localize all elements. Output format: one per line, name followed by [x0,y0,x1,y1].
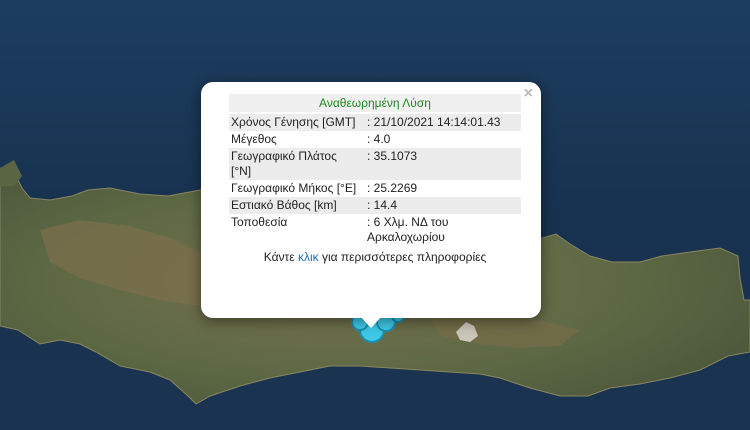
magnitude-value: : 4.0 [367,132,391,146]
more-info-line: Κάντε κλικ για περισσότερες πληροφορίες [229,250,521,264]
longitude-label: Γεωγραφικό Μήκος [°E] [231,181,357,195]
close-icon[interactable]: × [524,86,533,102]
earthquake-details-table: Χρόνος Γένησης [GMT] : 21/10/2021 14:14:… [229,114,521,246]
table-row: Μέγεθος : 4.0 [229,131,521,148]
origin-time-label: Χρόνος Γένησης [GMT] [229,114,361,131]
location-label: Τοποθεσία [231,215,288,229]
table-row: Γεωγραφικό Μήκος [°E] : 25.2269 [229,180,521,197]
magnitude-label: Μέγεθος [231,132,277,146]
more-info-suffix: για περισσότερες πληροφορίες [321,250,487,264]
longitude-value: : 25.2269 [367,181,418,195]
table-row: Γεωγραφικό Πλάτος [°N] : 35.1073 [229,148,521,180]
popup-pointer [360,316,382,328]
depth-label: Εστιακό Βάθος [km] [229,197,361,214]
origin-time-value: : 21/10/2021 14:14:01.43 [361,114,521,131]
popup-title: Αναθεωρημένη Λύση [229,94,521,112]
earthquake-info-popup: × Αναθεωρημένη Λύση Χρόνος Γένησης [GMT]… [201,82,541,318]
location-value: : 6 Χλμ. ΝΔ του Αρκαλοχωρίου [367,215,449,244]
table-row: Χρόνος Γένησης [GMT] : 21/10/2021 14:14:… [229,114,521,131]
latitude-value: : 35.1073 [361,148,521,180]
depth-value: : 14.4 [361,197,521,214]
table-row: Εστιακό Βάθος [km] : 14.4 [229,197,521,214]
more-info-link[interactable]: κλικ [298,250,319,264]
more-info-prefix: Κάντε [263,250,295,264]
table-row: Τοποθεσία : 6 Χλμ. ΝΔ του Αρκαλοχωρίου [229,214,521,246]
latitude-label: Γεωγραφικό Πλάτος [°N] [229,148,361,180]
